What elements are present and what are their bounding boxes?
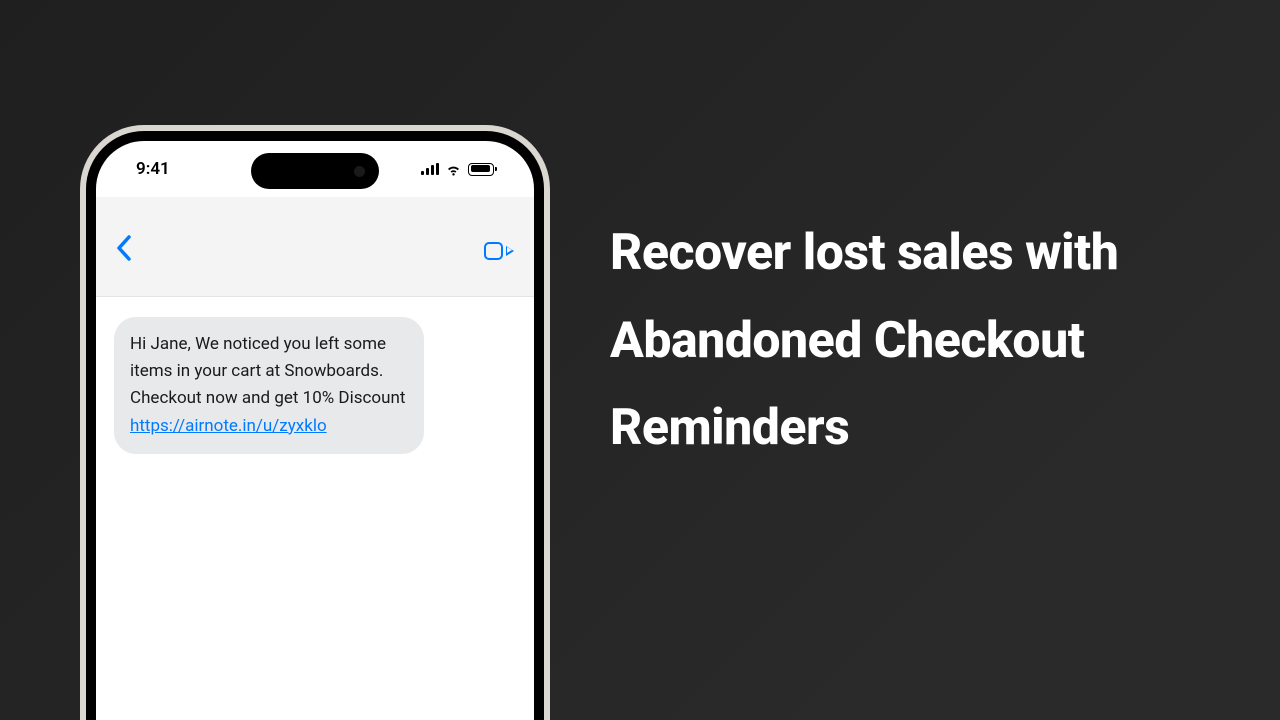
headline: Recover lost sales with Abandoned Checko… [610,210,1210,473]
dynamic-island [251,153,379,189]
status-time: 9:41 [136,159,170,179]
message-link[interactable]: https://airnote.in/u/zyxklo [130,416,327,436]
wifi-icon [445,161,462,178]
battery-icon [468,163,494,176]
phone-screen: 9:41 [96,141,534,720]
chevron-left-icon [116,234,132,262]
promo-stage: Recover lost sales with Abandoned Checko… [0,0,1280,720]
message-text: Hi Jane, We noticed you left some items … [130,334,405,408]
cellular-icon [421,163,439,175]
back-button[interactable] [116,232,132,270]
message-bubble: Hi Jane, We noticed you left some items … [114,317,424,454]
video-icon [484,242,503,260]
phone-mockup: 9:41 [80,125,550,720]
facetime-button[interactable] [484,241,514,261]
message-list: Hi Jane, We noticed you left some items … [96,297,534,720]
messages-nav [96,197,534,297]
